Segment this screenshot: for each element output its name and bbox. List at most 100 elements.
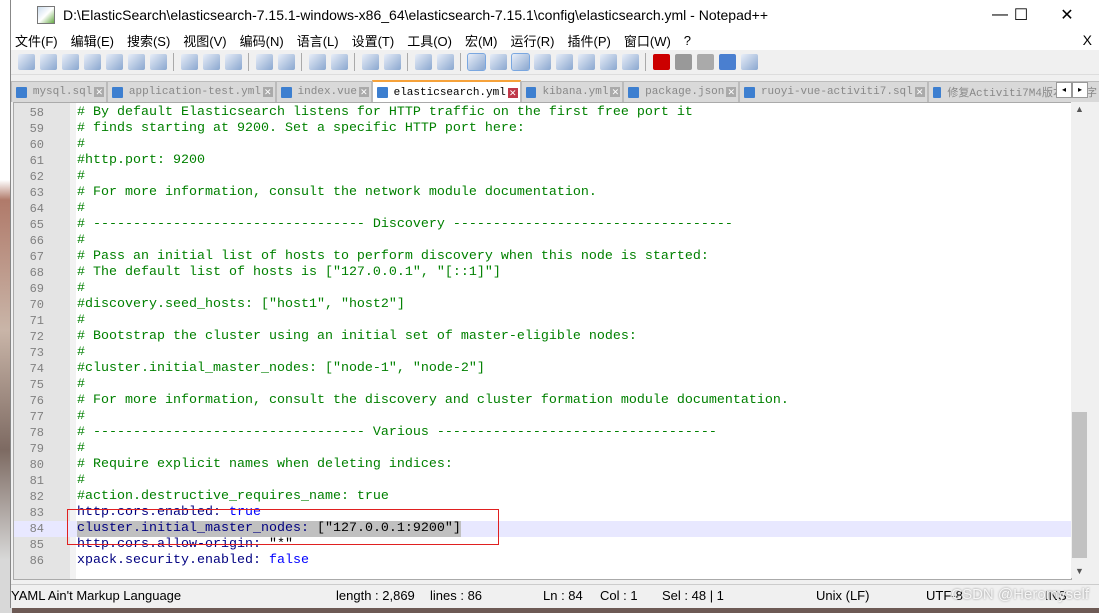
scroll-up-icon[interactable]: ▲	[1071, 104, 1088, 114]
toolbar	[11, 50, 1099, 75]
tab-kibana-yml[interactable]: kibana.yml ✕	[520, 81, 624, 102]
menu-item[interactable]: 文件(F)	[15, 31, 58, 50]
new-icon[interactable]	[17, 54, 35, 70]
sync-v-icon[interactable]	[414, 54, 432, 70]
menu-item[interactable]: 编码(N)	[240, 31, 284, 50]
code-line: 76 # For more information, consult the di…	[14, 393, 1071, 409]
line-number: 71	[29, 314, 44, 328]
copy-icon[interactable]	[202, 54, 220, 70]
menu-item[interactable]: 搜索(S)	[127, 31, 170, 50]
file-save-icon	[628, 86, 640, 98]
menu-item[interactable]: ?	[684, 33, 691, 48]
tab-close-icon[interactable]: ✕	[94, 87, 105, 97]
menu-item[interactable]: 窗口(W)	[624, 31, 671, 50]
line-number: 86	[29, 554, 44, 568]
tab-index-vue[interactable]: index.vue ✕	[275, 81, 372, 102]
replace-icon[interactable]	[330, 54, 348, 70]
close-all-icon[interactable]	[127, 54, 145, 70]
function-list-icon[interactable]	[577, 54, 595, 70]
line-content: #	[77, 233, 85, 249]
close-document-button[interactable]: X	[1083, 32, 1092, 48]
token-comment: #discovery.seed_hosts: ["host1", "host2"…	[77, 297, 405, 312]
tab-application-test-yml[interactable]: application-test.yml ✕	[107, 81, 276, 102]
line-content: # Bootstrap the cluster using an initial…	[77, 329, 637, 345]
line-content: # Pass an initial list of hosts to perfo…	[77, 249, 709, 265]
status-language: YAML Ain't Markup Language	[11, 588, 182, 603]
scroll-down-icon[interactable]: ▼	[1071, 566, 1088, 576]
toolbar-separator	[407, 53, 408, 71]
tab-label: package.json	[645, 86, 725, 98]
tab-scroll-right-button[interactable]: ▸	[1072, 82, 1088, 98]
maximize-button[interactable]: ☐	[998, 0, 1044, 30]
menu-item[interactable]: 设置(T)	[352, 31, 395, 50]
play-multi-icon[interactable]	[718, 54, 736, 70]
menu-item[interactable]: 视图(V)	[183, 31, 226, 50]
play-icon[interactable]	[696, 54, 714, 70]
menu-bar: 文件(F) 编辑(E) 搜索(S) 视图(V) 编码(N) 语言(L) 设置(T) 工具(O)…	[11, 30, 1099, 50]
file-save-icon	[16, 86, 27, 98]
sync-h-icon[interactable]	[436, 54, 454, 70]
save-icon[interactable]	[61, 54, 79, 70]
tab-scroll-left-button[interactable]: ◂	[1056, 82, 1072, 98]
menu-item[interactable]: 工具(O)	[407, 31, 452, 50]
tab-elasticsearch-yml[interactable]: elasticsearch.yml ✕	[371, 80, 521, 103]
line-number: 69	[29, 282, 44, 296]
paste-icon[interactable]	[224, 54, 242, 70]
udl-icon[interactable]	[533, 54, 551, 70]
zoom-out-icon[interactable]	[383, 54, 401, 70]
status-eol: Unix (LF)	[816, 588, 870, 603]
stop-icon[interactable]	[674, 54, 692, 70]
line-content: # For more information, consult the disc…	[77, 393, 789, 409]
tab-ruoyi-vue-activiti7-sql[interactable]: ruoyi-vue-activiti7.sql ✕	[739, 81, 928, 102]
code-line: 72 # Bootstrap the cluster using an initi…	[14, 329, 1071, 345]
indent-guide-icon[interactable]	[510, 53, 530, 71]
code-line: 79 #	[14, 441, 1071, 457]
tab-mysql-sql[interactable]: mysql.sql ✕	[11, 81, 108, 102]
line-content: #	[77, 281, 85, 297]
token-comment: # For more information, consult the disc…	[77, 393, 789, 408]
close-icon[interactable]	[105, 54, 123, 70]
cut-icon[interactable]	[180, 54, 198, 70]
redo-icon[interactable]	[277, 54, 295, 70]
save-all-icon[interactable]	[83, 54, 101, 70]
vertical-scrollbar[interactable]: ▲ ▼	[1071, 102, 1088, 578]
token-comment: # ---------------------------------- Dis…	[77, 217, 733, 232]
close-button[interactable]: ✕	[1044, 0, 1090, 30]
undo-icon[interactable]	[255, 54, 273, 70]
tab-close-icon[interactable]: ✕	[262, 87, 273, 97]
save-macro-icon[interactable]	[740, 54, 758, 70]
line-number: 67	[29, 250, 44, 264]
tab-close-icon[interactable]: ✕	[358, 87, 369, 97]
find-icon[interactable]	[308, 54, 326, 70]
menu-item[interactable]: 编辑(E)	[71, 31, 114, 50]
menu-item[interactable]: 插件(P)	[568, 31, 611, 50]
tab-label: index.vue	[297, 86, 357, 98]
open-icon[interactable]	[39, 54, 57, 70]
token-val: false	[268, 553, 309, 568]
scrollbar-thumb[interactable]	[1072, 412, 1087, 558]
token-comment: #	[77, 345, 85, 360]
status-lines: lines : 86	[430, 588, 483, 603]
record-icon[interactable]	[652, 54, 670, 70]
window-title: D:\ElasticSearch\elasticsearch-7.15.1-wi…	[63, 7, 769, 23]
tab-close-icon[interactable]: ✕	[914, 87, 925, 97]
word-wrap-icon[interactable]	[466, 53, 486, 71]
show-all-icon[interactable]	[489, 54, 507, 70]
monitor-icon[interactable]	[621, 54, 639, 70]
code-line: 69 #	[14, 281, 1071, 297]
menu-item[interactable]: 语言(L)	[297, 31, 339, 50]
tab-close-icon[interactable]: ✕	[507, 87, 518, 98]
menu-item[interactable]: 宏(M)	[465, 31, 498, 50]
tab-label: mysql.sql	[32, 86, 93, 98]
tab-close-icon[interactable]: ✕	[726, 87, 737, 97]
folder-workspace-icon[interactable]	[599, 54, 617, 70]
print-icon[interactable]	[149, 54, 167, 70]
code-line: 66 #	[14, 233, 1071, 249]
line-content: # finds starting at 9200. Set a specific…	[77, 121, 525, 137]
zoom-in-icon[interactable]	[361, 54, 379, 70]
doc-map-icon[interactable]	[555, 54, 573, 70]
tab-package-json[interactable]: package.json ✕	[623, 81, 740, 102]
tab-close-icon[interactable]: ✕	[610, 87, 621, 97]
menu-item[interactable]: 运行(R)	[510, 31, 554, 50]
line-content: xpack.security.enabled: false	[77, 553, 309, 569]
